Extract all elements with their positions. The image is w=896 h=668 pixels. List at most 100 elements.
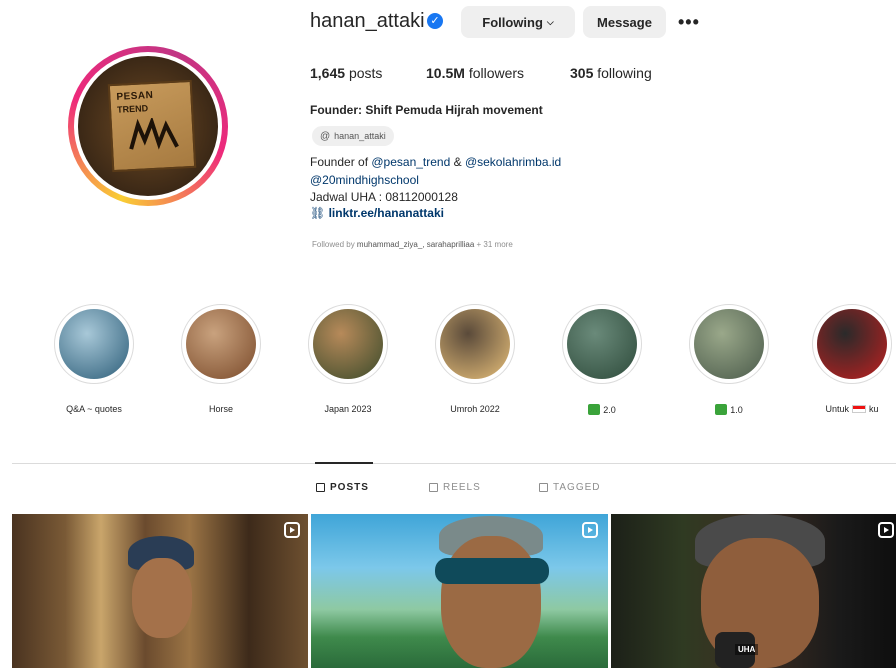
highlight-item[interactable]: 2.0 — [562, 304, 642, 415]
highlight-item[interactable]: Q&A ~ quotes — [54, 304, 134, 414]
message-button[interactable]: Message — [583, 6, 666, 38]
highlight-ring — [308, 304, 388, 384]
highlight-ring — [812, 304, 892, 384]
highlight-label: Japan 2023 — [308, 404, 388, 414]
threads-badge[interactable]: @ hanan_attaki — [312, 126, 394, 146]
highlight-label-text: Horse — [208, 404, 233, 414]
reels-icon — [429, 483, 438, 492]
reel-icon — [878, 522, 894, 538]
tab-reels[interactable]: REELS — [429, 482, 481, 493]
post-face — [132, 558, 192, 638]
posts-stat: 1,645 posts — [310, 65, 382, 81]
avatar-text-1: PESAN — [116, 89, 154, 103]
indonesia-flag-icon — [852, 405, 866, 413]
highlight-label-text: 2.0 — [603, 404, 616, 415]
highlight-ring — [181, 304, 261, 384]
tagged-icon — [539, 483, 548, 492]
threads-handle: hanan_attaki — [334, 131, 386, 141]
reel-icon — [284, 522, 300, 538]
highlight-thumb — [440, 309, 510, 379]
grid-icon — [316, 483, 325, 492]
highlight-label: 1.0 — [689, 404, 769, 415]
following-label: following — [597, 65, 652, 81]
highlight-label-suffix: ku — [869, 404, 879, 414]
active-tab-indicator — [315, 462, 373, 464]
bio-line-3: Jadwal UHA : 08112000128 — [310, 190, 458, 204]
highlight-thumb — [186, 309, 256, 379]
following-count: 305 — [570, 65, 594, 81]
tab-posts-label: POSTS — [330, 482, 369, 493]
following-stat[interactable]: 305 following — [570, 65, 652, 81]
threads-icon: @ — [320, 130, 331, 142]
bio-link[interactable]: linktr.ee/hananattaki — [329, 206, 444, 220]
mention-pesan-trend[interactable]: @pesan_trend — [371, 155, 450, 169]
followed-by-names: muhammad_ziya_, sarahaprilliaa — [356, 240, 475, 249]
post-thumbnail[interactable]: UHA — [611, 514, 896, 668]
verified-badge-icon: ✓ — [427, 13, 443, 29]
highlight-label-text: Untuk — [825, 404, 849, 414]
highlight-thumb — [567, 309, 637, 379]
avatar-gap: PESAN TREND — [74, 52, 222, 200]
highlight-item[interactable]: Untuk ku — [812, 304, 892, 414]
message-button-label: Message — [597, 14, 652, 30]
bio-line-1: Founder of @pesan_trend & @sekolahrimba.… — [310, 155, 561, 169]
highlight-thumb — [817, 309, 887, 379]
followed-by-suffix: + 31 more — [474, 240, 513, 249]
post-face — [441, 536, 541, 668]
highlight-thumb — [59, 309, 129, 379]
tab-reels-label: REELS — [443, 482, 481, 493]
sunglasses — [435, 558, 549, 584]
chevron-down-icon: ⌵ — [546, 16, 554, 27]
highlight-ring — [54, 304, 134, 384]
highlight-thumb — [313, 309, 383, 379]
profile-avatar-ring[interactable]: PESAN TREND — [68, 46, 228, 206]
link-icon: ⛓ — [310, 206, 326, 220]
following-button-label: Following — [482, 14, 543, 30]
posts-count: 1,645 — [310, 65, 346, 81]
following-button[interactable]: Following ⌵ — [461, 6, 575, 38]
highlight-label: 2.0 — [562, 404, 642, 415]
post-thumbnail[interactable] — [311, 514, 608, 668]
green-badge-icon — [588, 404, 601, 415]
post-watermark: UHA — [735, 644, 759, 655]
highlight-item[interactable]: Japan 2023 — [308, 304, 388, 414]
bio-line-1-prefix: Founder of — [310, 155, 372, 169]
followed-by-prefix: Followed by — [312, 240, 357, 249]
highlight-label: Umroh 2022 — [435, 404, 515, 414]
highlight-ring — [562, 304, 642, 384]
mention-20mindhighschool[interactable]: @20mindhighschool — [310, 173, 419, 187]
followers-stat[interactable]: 10.5M followers — [426, 65, 524, 81]
highlight-label: Q&A ~ quotes — [54, 404, 134, 414]
tab-tagged-label: TAGGED — [553, 482, 601, 493]
avatar-logo-glyph — [129, 116, 179, 150]
highlight-item[interactable]: Horse — [181, 304, 261, 414]
highlight-item[interactable]: Umroh 2022 — [435, 304, 515, 414]
bio-name: Founder: Shift Pemuda Hijrah movement — [310, 103, 543, 117]
highlight-label-text: Japan 2023 — [324, 404, 372, 414]
highlight-ring — [689, 304, 769, 384]
reel-icon — [582, 522, 598, 538]
highlight-label-text: Q&A ~ quotes — [66, 404, 122, 414]
highlight-label-text: 1.0 — [730, 404, 743, 415]
tab-posts[interactable]: POSTS — [316, 482, 369, 493]
followers-count: 10.5M — [426, 65, 465, 81]
highlight-thumb — [694, 309, 764, 379]
bio-link-row[interactable]: ⛓ linktr.ee/hananattaki — [310, 206, 444, 220]
posts-label: posts — [348, 65, 383, 81]
post-thumbnail[interactable] — [12, 514, 308, 668]
tabs-divider — [12, 463, 896, 464]
highlight-label: Horse — [181, 404, 261, 414]
tab-tagged[interactable]: TAGGED — [539, 482, 600, 493]
avatar-box-image: PESAN TREND — [107, 79, 197, 173]
username: hanan_attaki — [310, 10, 425, 32]
mention-sekolahrimba[interactable]: @sekolahrimba.id — [465, 155, 561, 169]
highlight-label-text: Umroh 2022 — [450, 404, 500, 414]
followers-label: followers — [468, 65, 525, 81]
avatar-text-2: TREND — [116, 103, 149, 115]
highlight-item[interactable]: 1.0 — [689, 304, 769, 415]
green-badge-icon — [715, 404, 728, 415]
more-options-icon[interactable]: ••• — [678, 12, 700, 33]
highlight-ring — [435, 304, 515, 384]
highlight-label: Untuk ku — [812, 404, 892, 414]
followed-by[interactable]: Followed by muhammad_ziya_, sarahaprilli… — [312, 240, 513, 249]
